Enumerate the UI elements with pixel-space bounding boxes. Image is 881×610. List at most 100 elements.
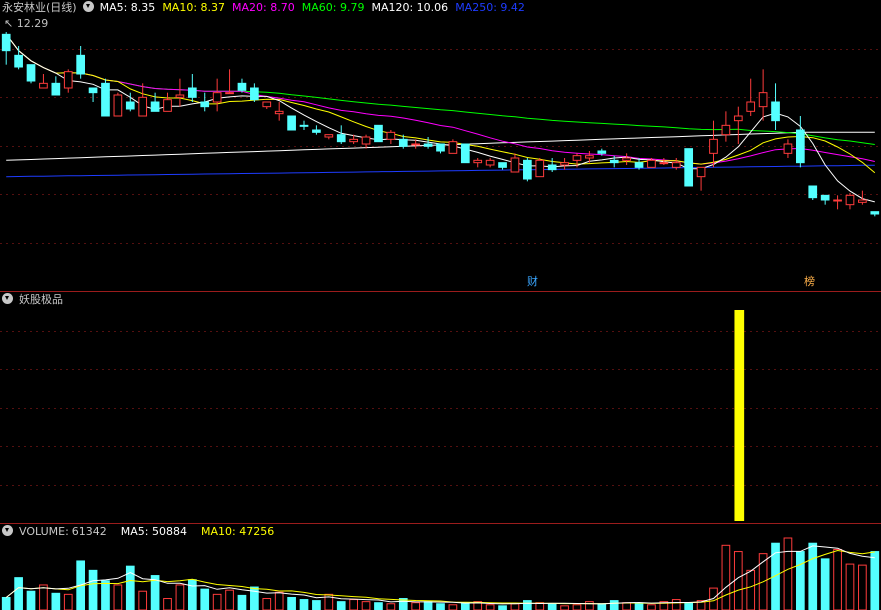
indicator-panel[interactable]: 妖股极品 (0, 292, 881, 523)
volume-bar (795, 551, 805, 610)
candle-body (39, 82, 48, 89)
volume-bar (460, 602, 470, 610)
candle-body (696, 166, 706, 178)
candle-body (398, 138, 408, 147)
volume-bar (349, 599, 358, 610)
candle-body (733, 115, 743, 122)
volume-bar (361, 601, 371, 610)
candle-body (709, 138, 718, 154)
candle-body (833, 199, 842, 202)
candle-body (808, 185, 818, 199)
volume-bar (634, 603, 644, 610)
chevron-down-icon[interactable] (82, 1, 94, 12)
volume-bar (299, 599, 309, 610)
volume-bar (14, 577, 23, 610)
candle-body (820, 194, 830, 201)
chevron-down-icon[interactable] (2, 525, 13, 536)
candle-body (76, 54, 86, 75)
candle-body (746, 101, 756, 112)
dragon-tiger-list-tag[interactable]: 榜 (803, 276, 816, 288)
volume-panel[interactable]: VOLUME: 61342 MA5: 50884 MA10: 47256 (0, 524, 881, 610)
main-chart-panel[interactable]: 永安林业(日线) MA5: 8.35 MA10: 8.37 MA20: 8.70 MA6… (0, 0, 881, 291)
candle-body (659, 162, 669, 165)
candle-body (523, 159, 532, 180)
volume-bar (101, 580, 110, 610)
ma-legend-item: MA10: 8.37 (162, 1, 226, 14)
candle-body (597, 150, 607, 154)
volume-bar (113, 584, 123, 610)
volume-bar (287, 596, 296, 610)
ma250-line (6, 164, 875, 178)
candle-body (237, 82, 247, 91)
volume-bar (597, 603, 607, 610)
candle-body (870, 211, 880, 215)
ma60-line (5, 33, 875, 145)
volume-bar (1, 596, 11, 610)
volume-bar (510, 603, 520, 610)
volume-bar (274, 591, 284, 610)
volume-bar (51, 592, 61, 610)
volume-bar (820, 558, 830, 610)
candle-body (113, 94, 123, 117)
volume-bar (733, 551, 743, 610)
candle-body (312, 129, 321, 133)
candle-body (783, 143, 793, 154)
candle-body (374, 124, 383, 143)
indicator-bar (734, 310, 745, 521)
volume-bar (684, 602, 694, 610)
ma-legend-item: MA120: 10.06 (371, 1, 449, 14)
candle-body (274, 110, 284, 115)
volume-bar (200, 588, 210, 610)
volume-bar (845, 563, 855, 610)
candle-body (200, 101, 210, 108)
candle-body (460, 143, 470, 164)
ma5-line (5, 33, 875, 203)
candle-body (795, 129, 805, 164)
candle-body (721, 124, 731, 136)
candle-body (1, 33, 11, 52)
candle-body (138, 96, 148, 117)
volume-bar (833, 548, 842, 610)
volume-bar (622, 602, 631, 610)
volume-ma5-line (5, 545, 875, 605)
volume-ma-legend-item: MA10: 47256 (201, 525, 275, 538)
arrow-up-left-icon: ↖ (4, 17, 14, 30)
volume-bar (572, 604, 582, 610)
candle-body (758, 92, 768, 108)
candle-body (287, 115, 296, 131)
high-price-label: ↖ 12.29 (4, 17, 49, 30)
candle-body (150, 101, 160, 112)
volume-bar (721, 544, 731, 610)
stock-name: 永安林业(日线) (2, 1, 77, 14)
candle-body (498, 162, 507, 168)
ma-legend-item: MA250: 9.42 (455, 1, 525, 14)
candle-body (187, 87, 197, 98)
candle-body (671, 162, 681, 168)
candle-body (510, 157, 520, 173)
volume-bar (808, 542, 818, 610)
chevron-down-icon[interactable] (2, 293, 13, 304)
volume-bar (225, 589, 234, 610)
volume-bar (175, 584, 185, 610)
candle-body (634, 162, 644, 168)
ma-legend-values: MA5: 8.35 MA10: 8.37 MA20: 8.70 MA60: 9.79 M… (100, 1, 532, 14)
volume-bar (386, 603, 396, 610)
candle-body (423, 143, 433, 147)
candlestick-chart (0, 32, 881, 244)
volume-bar (138, 590, 148, 610)
candle-body (14, 54, 23, 68)
volume-label: VOLUME: (19, 525, 69, 538)
volume-bar (262, 598, 272, 610)
volume-legend: VOLUME: 61342 MA5: 50884 MA10: 47256 (2, 524, 286, 540)
candle-body (225, 92, 234, 95)
finance-report-tag[interactable]: 财 (526, 276, 539, 288)
volume-ma-legend: MA5: 50884 MA10: 47256 (113, 525, 280, 538)
ma-legend-item: MA5: 8.35 (99, 1, 156, 14)
candle-body (250, 87, 259, 101)
candle-body (473, 159, 483, 164)
ma-legend-item: MA20: 8.70 (232, 1, 295, 14)
volume-bar (647, 604, 656, 610)
candle-body (63, 71, 73, 89)
candle-body (436, 143, 445, 152)
volume-bar (212, 593, 222, 610)
